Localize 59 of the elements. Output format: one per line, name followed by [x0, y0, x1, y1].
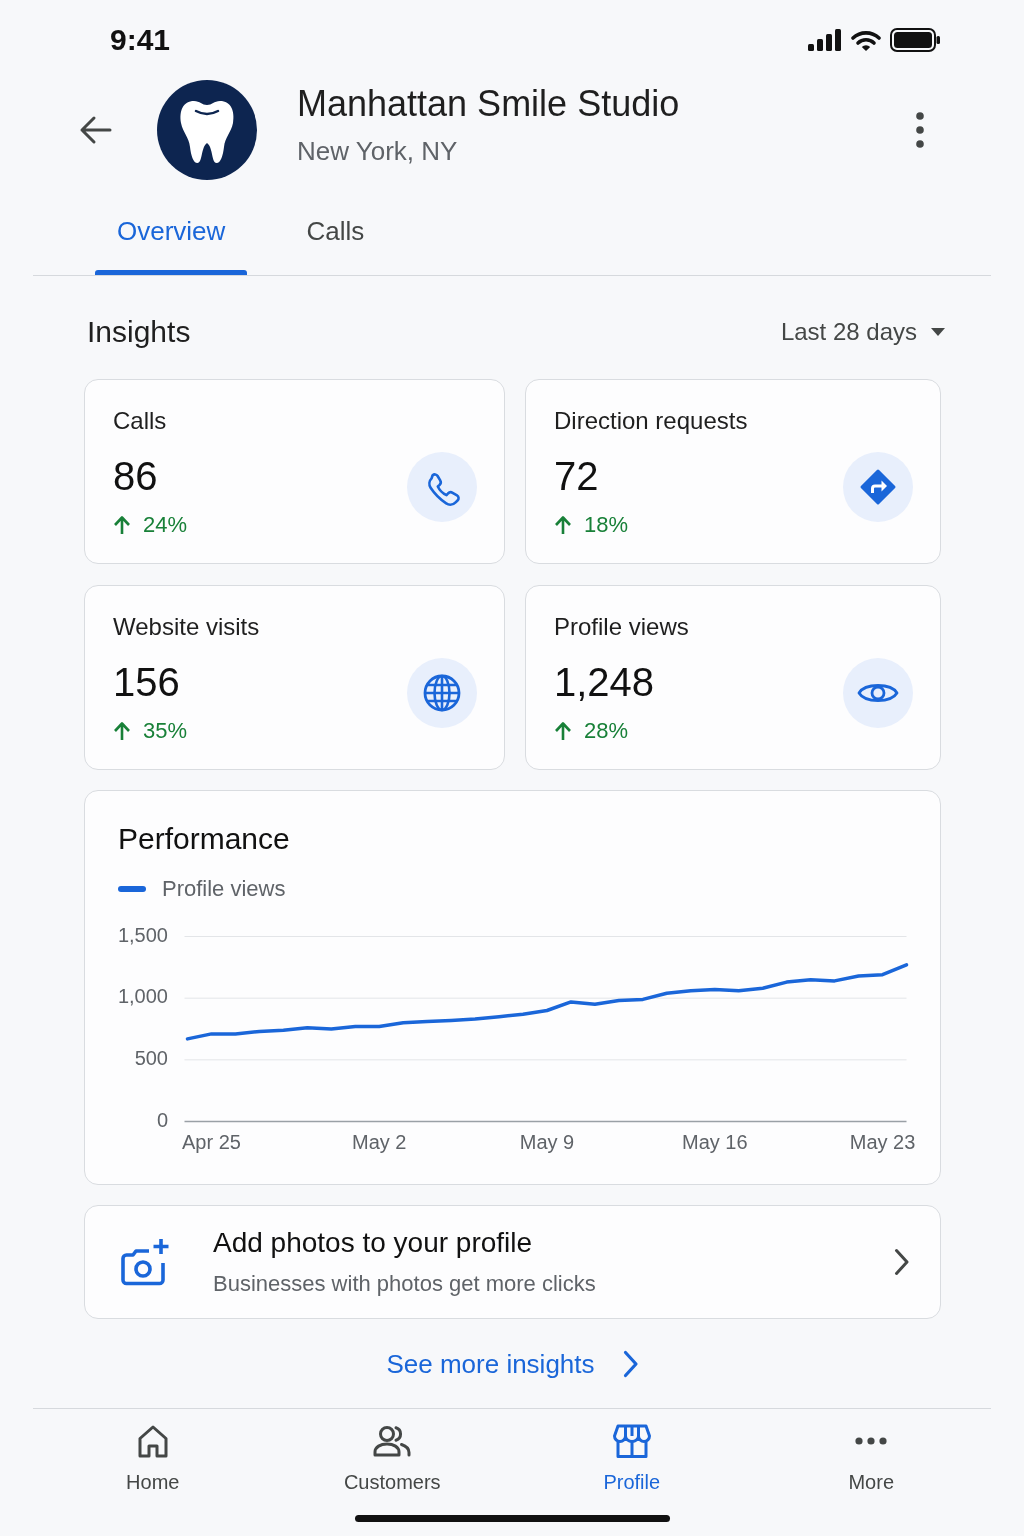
- metric-value: 72: [554, 453, 599, 500]
- signal-icon: [808, 29, 842, 51]
- business-location: New York, NY: [297, 135, 458, 168]
- camera-plus-icon: [119, 1237, 171, 1287]
- y-axis-label: 500: [134, 1047, 168, 1070]
- section-title: Insights: [87, 314, 191, 350]
- change-percent: 28%: [584, 717, 629, 745]
- back-arrow-icon[interactable]: [78, 115, 112, 145]
- caret-down-icon: [931, 328, 945, 336]
- date-range-dropdown[interactable]: Last 28 days: [780, 316, 945, 348]
- nav-item[interactable]: Profile: [597, 1409, 667, 1495]
- chevron-right-icon: [894, 1248, 910, 1276]
- chevron-right-icon: [622, 1350, 639, 1378]
- direction-sign-icon: [843, 452, 913, 522]
- see-more-insights-link[interactable]: See more insights: [386, 1344, 639, 1384]
- eye-icon: [843, 658, 913, 728]
- more-options-icon[interactable]: [916, 112, 924, 148]
- metric-value: 1,248: [554, 659, 655, 706]
- metric-label: Profile views: [554, 612, 689, 642]
- metric-label: Website visits: [113, 612, 260, 642]
- x-axis-label: May 16: [681, 1131, 748, 1154]
- chart-title: Performance: [118, 821, 290, 857]
- tab[interactable]: Calls: [267, 182, 404, 275]
- promo-title: Add photos to your profile: [213, 1226, 533, 1260]
- up-arrow-icon: [554, 721, 572, 741]
- metric-label: Direction requests: [554, 406, 748, 436]
- storefront-icon: [611, 1423, 652, 1459]
- change-percent: 18%: [584, 511, 629, 539]
- up-arrow-icon: [554, 515, 572, 535]
- legend-label: Profile views: [162, 875, 286, 903]
- business-name: Manhattan Smile Studio: [297, 82, 680, 126]
- metric-label: Calls: [113, 406, 167, 436]
- y-axis-label: 0: [156, 1108, 168, 1131]
- globe-icon: [407, 658, 477, 728]
- tooth-avatar-icon: [157, 80, 257, 180]
- x-axis-label: May 2: [352, 1131, 407, 1154]
- y-axis-label: 1,500: [117, 923, 168, 946]
- x-axis-label: Apr 25: [182, 1131, 241, 1154]
- people-icon: [372, 1423, 413, 1459]
- promo-subtitle: Businesses with photos get more clicks: [213, 1270, 596, 1298]
- metric-value: 86: [113, 453, 158, 500]
- metric-value: 156: [113, 659, 180, 706]
- status-time: 9:41: [110, 22, 171, 58]
- battery-icon: [890, 28, 940, 52]
- nav-item[interactable]: Home: [120, 1409, 186, 1495]
- x-axis-label: May 9: [519, 1131, 575, 1154]
- x-axis-label: May 23: [849, 1131, 916, 1154]
- up-arrow-icon: [113, 515, 131, 535]
- ellipsis-icon: [855, 1437, 888, 1445]
- wifi-icon: [851, 29, 881, 51]
- add-photos-card[interactable]: Add photos to your profile Businesses with photos get more clicks: [84, 1205, 941, 1319]
- nav-item[interactable]: More: [842, 1409, 901, 1495]
- change-percent: 35%: [143, 717, 188, 745]
- tab[interactable]: Overview: [95, 182, 248, 275]
- change-percent: 24%: [143, 511, 188, 539]
- up-arrow-icon: [113, 721, 131, 741]
- phone-icon: [407, 452, 477, 522]
- y-axis-label: 1,000: [117, 985, 168, 1008]
- nav-item[interactable]: Customers: [337, 1409, 447, 1495]
